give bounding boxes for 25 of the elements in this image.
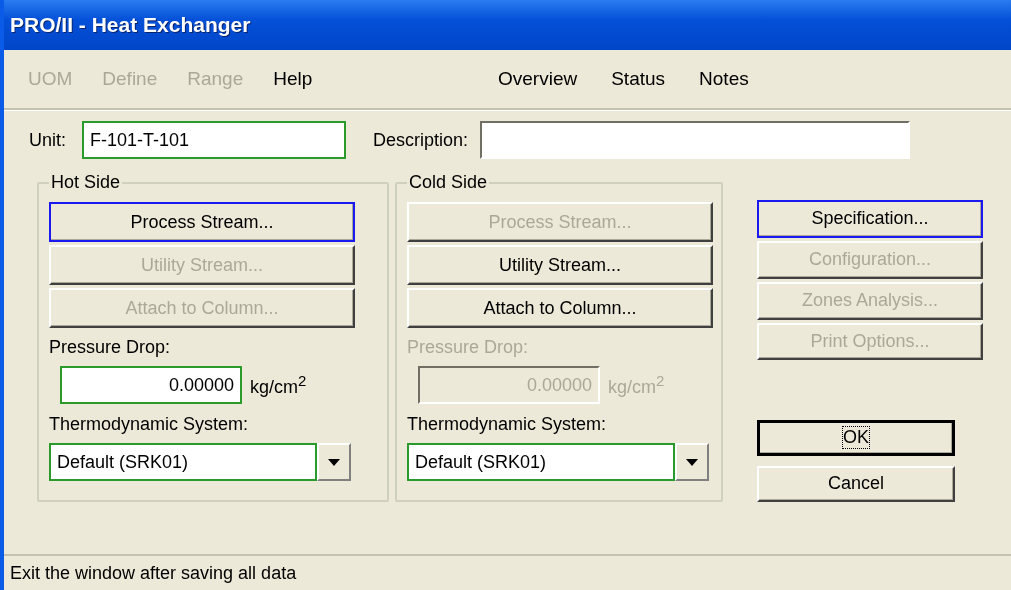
dropdown-arrow-icon [328, 458, 340, 466]
menu-item[interactable]: Overview [498, 68, 578, 90]
cancel-button[interactable]: Cancel [757, 466, 955, 502]
unit-label: Unit: [29, 129, 66, 151]
pressure-drop-field[interactable]: 0.00000 [60, 366, 242, 404]
menu-item[interactable]: Help [273, 68, 313, 90]
ok-button[interactable]: OK [757, 419, 955, 456]
unit-label: kg/cm$^{2}$ [250, 372, 307, 398]
description-field[interactable] [480, 121, 911, 159]
pressure-drop-label: Pressure Drop: [407, 337, 530, 358]
thermo-label: Thermodynamic System: [49, 414, 250, 435]
description-label: Description: [373, 129, 469, 151]
status-text: Exit the window after saving all data [10, 562, 297, 584]
menu-item[interactable]: Notes [699, 68, 749, 90]
dialog-button[interactable]: Process Stream... [49, 202, 355, 242]
dropdown-arrow-icon [686, 458, 698, 466]
pressure-drop-label: Pressure Drop: [49, 337, 172, 358]
dialog-button[interactable]: Utility Stream... [407, 245, 713, 285]
unit-label: kg/cm$^{2}$ [608, 372, 665, 398]
thermo-label: Thermodynamic System: [407, 414, 608, 435]
unit-field[interactable]: F-101-T-101 [82, 121, 346, 159]
dialog-button[interactable]: Attach to Column... [407, 288, 713, 328]
window-title: PRO/II - Heat Exchanger [10, 13, 251, 37]
menu-item[interactable]: Status [611, 68, 666, 90]
dialog-button[interactable]: Specification... [757, 200, 983, 238]
